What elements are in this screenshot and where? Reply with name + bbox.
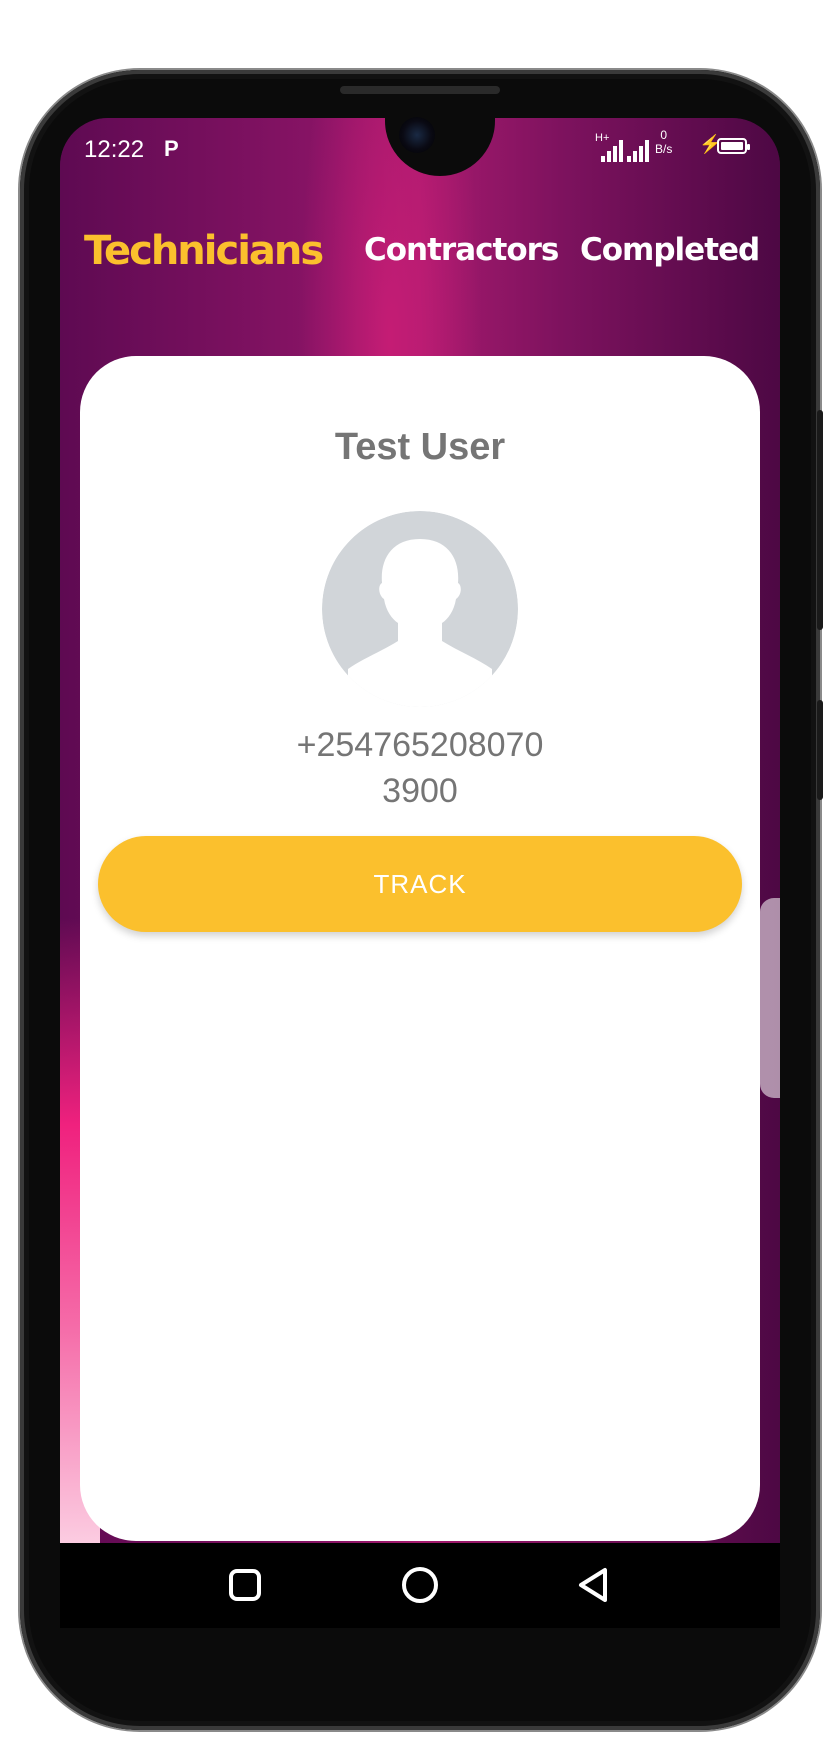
- status-indicators: H+ 0 B/s ⚡: [595, 128, 775, 168]
- circle-home-icon[interactable]: [400, 1565, 440, 1605]
- data-rate-unit: B/s: [655, 142, 673, 156]
- background-side-panel: [760, 898, 780, 1098]
- technician-name: Test User: [334, 426, 506, 468]
- technician-card: Test User +254765208070 3900 TRACK: [80, 356, 760, 1541]
- data-rate-value: 0: [660, 128, 668, 142]
- technician-phone: +254765208070: [296, 726, 544, 764]
- tab-contractors[interactable]: Contractors: [364, 232, 559, 268]
- tab-technicians[interactable]: Technicians: [84, 228, 324, 274]
- front-camera: [399, 117, 435, 153]
- power-button: [817, 410, 823, 630]
- signal-icon: [601, 138, 623, 162]
- app-notification-icon: P: [164, 136, 179, 161]
- battery-icon: [717, 138, 750, 154]
- technician-amount: 3900: [382, 772, 458, 810]
- signal-icon-2: [627, 138, 649, 162]
- volume-button: [817, 700, 823, 800]
- earpiece-speaker: [340, 86, 500, 94]
- data-rate: 0 B/s: [655, 128, 672, 156]
- screen: 12:22 P H+ 0 B/s ⚡ Technicians Contracto…: [60, 118, 780, 1543]
- square-recents-icon[interactable]: [225, 1565, 265, 1605]
- person-silhouette-icon: [322, 511, 518, 707]
- tab-completed[interactable]: Completed: [580, 232, 760, 268]
- triangle-back-icon[interactable]: [575, 1565, 615, 1605]
- navigation-bar: [60, 1543, 780, 1628]
- track-button[interactable]: TRACK: [98, 836, 742, 932]
- tab-bar: Technicians Contractors Completed: [60, 218, 780, 298]
- status-time: 12:22: [84, 136, 145, 163]
